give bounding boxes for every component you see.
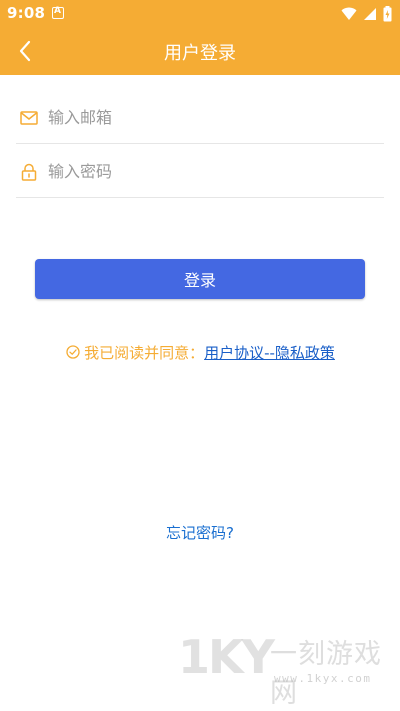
password-field-row bbox=[16, 146, 384, 198]
notification-icon: A bbox=[52, 6, 64, 19]
email-input[interactable] bbox=[48, 102, 384, 133]
watermark-url: www.1kyx.com bbox=[274, 672, 372, 685]
status-time: 9:08 bbox=[7, 4, 46, 22]
forgot-password-link[interactable]: 忘记密码? bbox=[0, 522, 400, 543]
agreement-row: 我已阅读并同意： 用户协议--隐私政策 bbox=[0, 341, 400, 363]
status-icons bbox=[341, 5, 392, 23]
wifi-icon bbox=[341, 7, 357, 20]
watermark-logo: 1KY bbox=[178, 630, 275, 684]
battery-charging-icon bbox=[383, 6, 392, 22]
agreement-link[interactable]: 用户协议--隐私政策 bbox=[204, 342, 335, 363]
watermark-name: 一刻游戏网 bbox=[270, 639, 382, 709]
signal-icon bbox=[364, 8, 376, 20]
lock-icon bbox=[18, 161, 40, 183]
password-input[interactable] bbox=[48, 156, 384, 187]
status-bar: 9:08 A bbox=[0, 0, 400, 28]
check-circle-icon[interactable] bbox=[65, 344, 81, 360]
email-field-row bbox=[16, 92, 384, 144]
login-screen: 9:08 A 用户登录 输入邮箱 登录 我已阅读并同意： 用户协议--隐私政策 … bbox=[0, 0, 400, 711]
page-title: 用户登录 bbox=[164, 43, 236, 64]
notification-letter: A bbox=[54, 6, 61, 16]
login-button[interactable]: 登录 bbox=[35, 259, 365, 299]
agreement-text: 我已阅读并同意： bbox=[84, 343, 205, 362]
mail-icon bbox=[18, 107, 40, 129]
watermark: 1KY 一刻游戏网 www.1kyx.com bbox=[178, 628, 398, 709]
app-bar: 用户登录 bbox=[0, 28, 400, 75]
